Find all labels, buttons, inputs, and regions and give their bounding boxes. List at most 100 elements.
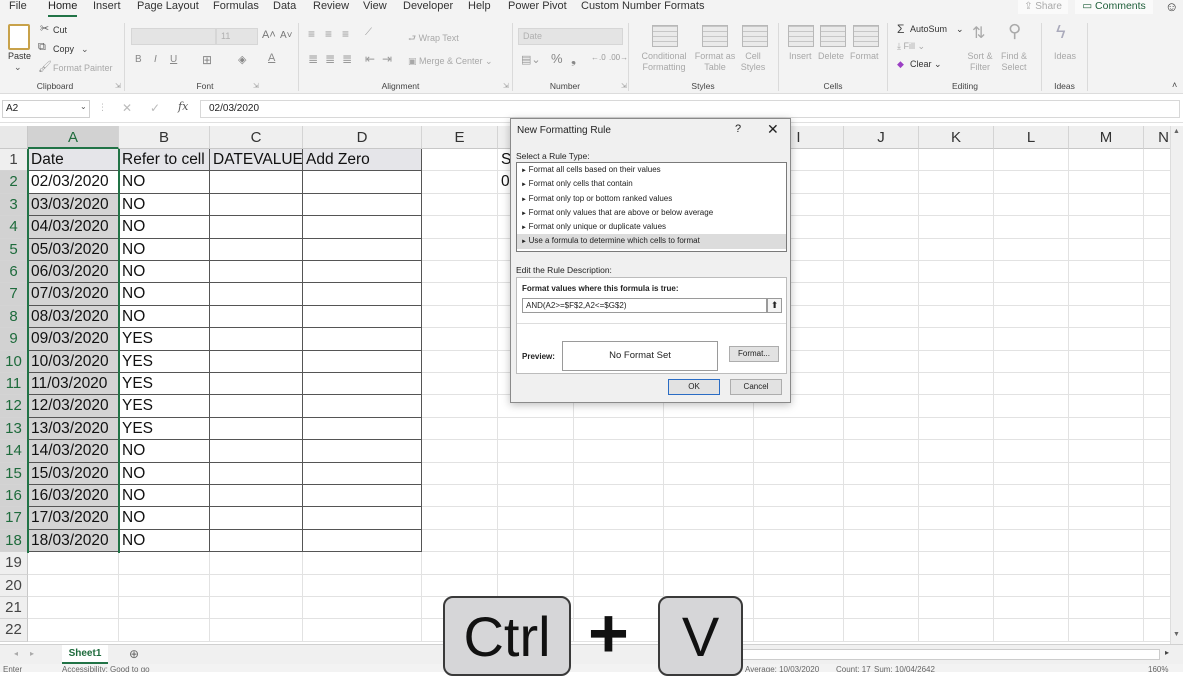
- find-select-button[interactable]: Find & Select: [998, 51, 1030, 73]
- row-header-9[interactable]: 9: [0, 328, 28, 351]
- cell-f20[interactable]: [498, 574, 574, 597]
- row-header-4[interactable]: 4: [0, 216, 28, 239]
- cell-l21[interactable]: [994, 597, 1069, 620]
- cell-d8[interactable]: [303, 305, 422, 329]
- row-header-11[interactable]: 11: [0, 373, 28, 396]
- bold-button[interactable]: B: [135, 54, 142, 65]
- cell-a16[interactable]: 16/03/2020: [28, 485, 119, 508]
- cell-b19[interactable]: [119, 552, 210, 575]
- cell-e7[interactable]: [422, 283, 498, 306]
- cell-c21[interactable]: [210, 597, 303, 620]
- cell-i20[interactable]: [754, 574, 844, 597]
- cell-d4[interactable]: [303, 216, 422, 239]
- cell-n21[interactable]: [1144, 597, 1170, 620]
- cell-l15[interactable]: [994, 462, 1069, 485]
- cell-j2[interactable]: [844, 171, 919, 194]
- cell-n20[interactable]: [1144, 575, 1170, 597]
- cell-a13[interactable]: 13/03/2020: [28, 417, 119, 441]
- cell-g16[interactable]: [574, 485, 664, 508]
- cell-l6[interactable]: [994, 261, 1069, 284]
- comments-button[interactable]: ▭ Comments: [1075, 0, 1153, 14]
- cell-c17[interactable]: [210, 507, 303, 530]
- cell-e16[interactable]: [422, 485, 498, 508]
- cell-c2[interactable]: [210, 171, 303, 194]
- align-top-icon[interactable]: ≡: [308, 27, 315, 41]
- conditional-formatting-button[interactable]: Conditional Formatting: [639, 51, 689, 73]
- row-header-21[interactable]: 21: [0, 597, 28, 620]
- cell-d11[interactable]: [303, 373, 422, 396]
- cell-j6[interactable]: [844, 261, 919, 284]
- cell-j10[interactable]: [844, 350, 919, 373]
- rule-type-item[interactable]: ► Format only unique or duplicate values: [517, 220, 786, 234]
- ok-button[interactable]: OK: [668, 379, 720, 395]
- tab-custom-number-formats[interactable]: Custom Number Formats: [581, 0, 704, 13]
- cell-c10[interactable]: [210, 350, 303, 373]
- column-header-l[interactable]: L: [994, 126, 1069, 149]
- cell-n11[interactable]: [1144, 373, 1170, 396]
- select-all-corner[interactable]: [0, 126, 28, 149]
- column-header-n[interactable]: N: [1144, 126, 1170, 149]
- cell-n8[interactable]: [1144, 306, 1170, 329]
- tab-help[interactable]: Help: [468, 0, 491, 13]
- cell-b4[interactable]: NO: [119, 216, 210, 239]
- cell-d3[interactable]: [303, 193, 422, 217]
- cell-k2[interactable]: [919, 171, 994, 194]
- cell-i14[interactable]: [754, 440, 844, 463]
- formula-field[interactable]: AND(A2>=$F$2,A2<=$G$2): [522, 298, 767, 313]
- number-launcher-icon[interactable]: ⇲: [621, 82, 627, 90]
- cell-b2[interactable]: NO: [119, 171, 210, 194]
- cell-m6[interactable]: [1069, 261, 1144, 284]
- cell-n6[interactable]: [1144, 261, 1170, 284]
- cell-e18[interactable]: [422, 529, 498, 553]
- cell-j11[interactable]: [844, 373, 919, 396]
- cell-m20[interactable]: [1069, 574, 1144, 597]
- cell-l13[interactable]: [994, 417, 1069, 441]
- cell-j18[interactable]: [844, 529, 919, 553]
- cell-d20[interactable]: [303, 574, 422, 597]
- cell-a5[interactable]: 05/03/2020: [28, 238, 119, 261]
- row-header-12[interactable]: 12: [0, 395, 28, 418]
- cell-styles-button[interactable]: Cell Styles: [738, 51, 768, 73]
- alignment-launcher-icon[interactable]: ⇲: [503, 82, 509, 90]
- cell-b3[interactable]: NO: [119, 193, 210, 217]
- rule-type-item[interactable]: ► Use a formula to determine which cells…: [517, 234, 786, 249]
- cell-i19[interactable]: [754, 552, 844, 575]
- cell-m9[interactable]: [1069, 328, 1144, 351]
- decrease-font-icon[interactable]: A˅: [280, 30, 293, 41]
- row-header-14[interactable]: 14: [0, 440, 28, 463]
- cell-m3[interactable]: [1069, 193, 1144, 217]
- cell-a1[interactable]: Date: [28, 149, 119, 172]
- scroll-down-icon[interactable]: ▼: [1173, 631, 1180, 638]
- cell-l17[interactable]: [994, 507, 1069, 530]
- cell-m14[interactable]: [1069, 440, 1144, 463]
- cell-n22[interactable]: [1144, 619, 1170, 642]
- cell-j3[interactable]: [844, 193, 919, 217]
- align-left-icon[interactable]: ≣: [308, 52, 318, 66]
- cell-c1[interactable]: DATEVALUE: [210, 149, 303, 172]
- cell-b1[interactable]: Refer to cell: [119, 149, 210, 172]
- cell-c9[interactable]: [210, 328, 303, 351]
- cell-d12[interactable]: [303, 395, 422, 418]
- cell-d22[interactable]: [303, 619, 422, 642]
- cell-n4[interactable]: [1144, 216, 1170, 239]
- fill-button[interactable]: ⤓ Fill ⌄: [897, 41, 925, 52]
- cell-j20[interactable]: [844, 574, 919, 597]
- wrap-text-button[interactable]: ⮐ Wrap Text: [408, 31, 459, 47]
- cell-g17[interactable]: [574, 507, 664, 530]
- cell-a12[interactable]: 12/03/2020: [28, 395, 119, 418]
- row-header-10[interactable]: 10: [0, 350, 28, 373]
- cell-e13[interactable]: [422, 417, 498, 441]
- insert-cells-button[interactable]: Insert: [789, 51, 812, 61]
- cell-d2[interactable]: [303, 171, 422, 194]
- cell-a7[interactable]: 07/03/2020: [28, 283, 119, 306]
- collapse-dialog-icon[interactable]: ⬆: [767, 298, 782, 313]
- cell-f15[interactable]: [498, 462, 574, 485]
- cell-b18[interactable]: NO: [119, 529, 210, 553]
- cell-n3[interactable]: [1144, 194, 1170, 217]
- cell-k11[interactable]: [919, 373, 994, 396]
- font-launcher-icon[interactable]: ⇲: [253, 82, 259, 90]
- cell-e2[interactable]: [422, 171, 498, 194]
- vertical-scrollbar[interactable]: ▲ ▼: [1170, 126, 1183, 644]
- confirm-entry-icon[interactable]: ✓: [150, 101, 160, 115]
- underline-button[interactable]: U: [170, 54, 177, 65]
